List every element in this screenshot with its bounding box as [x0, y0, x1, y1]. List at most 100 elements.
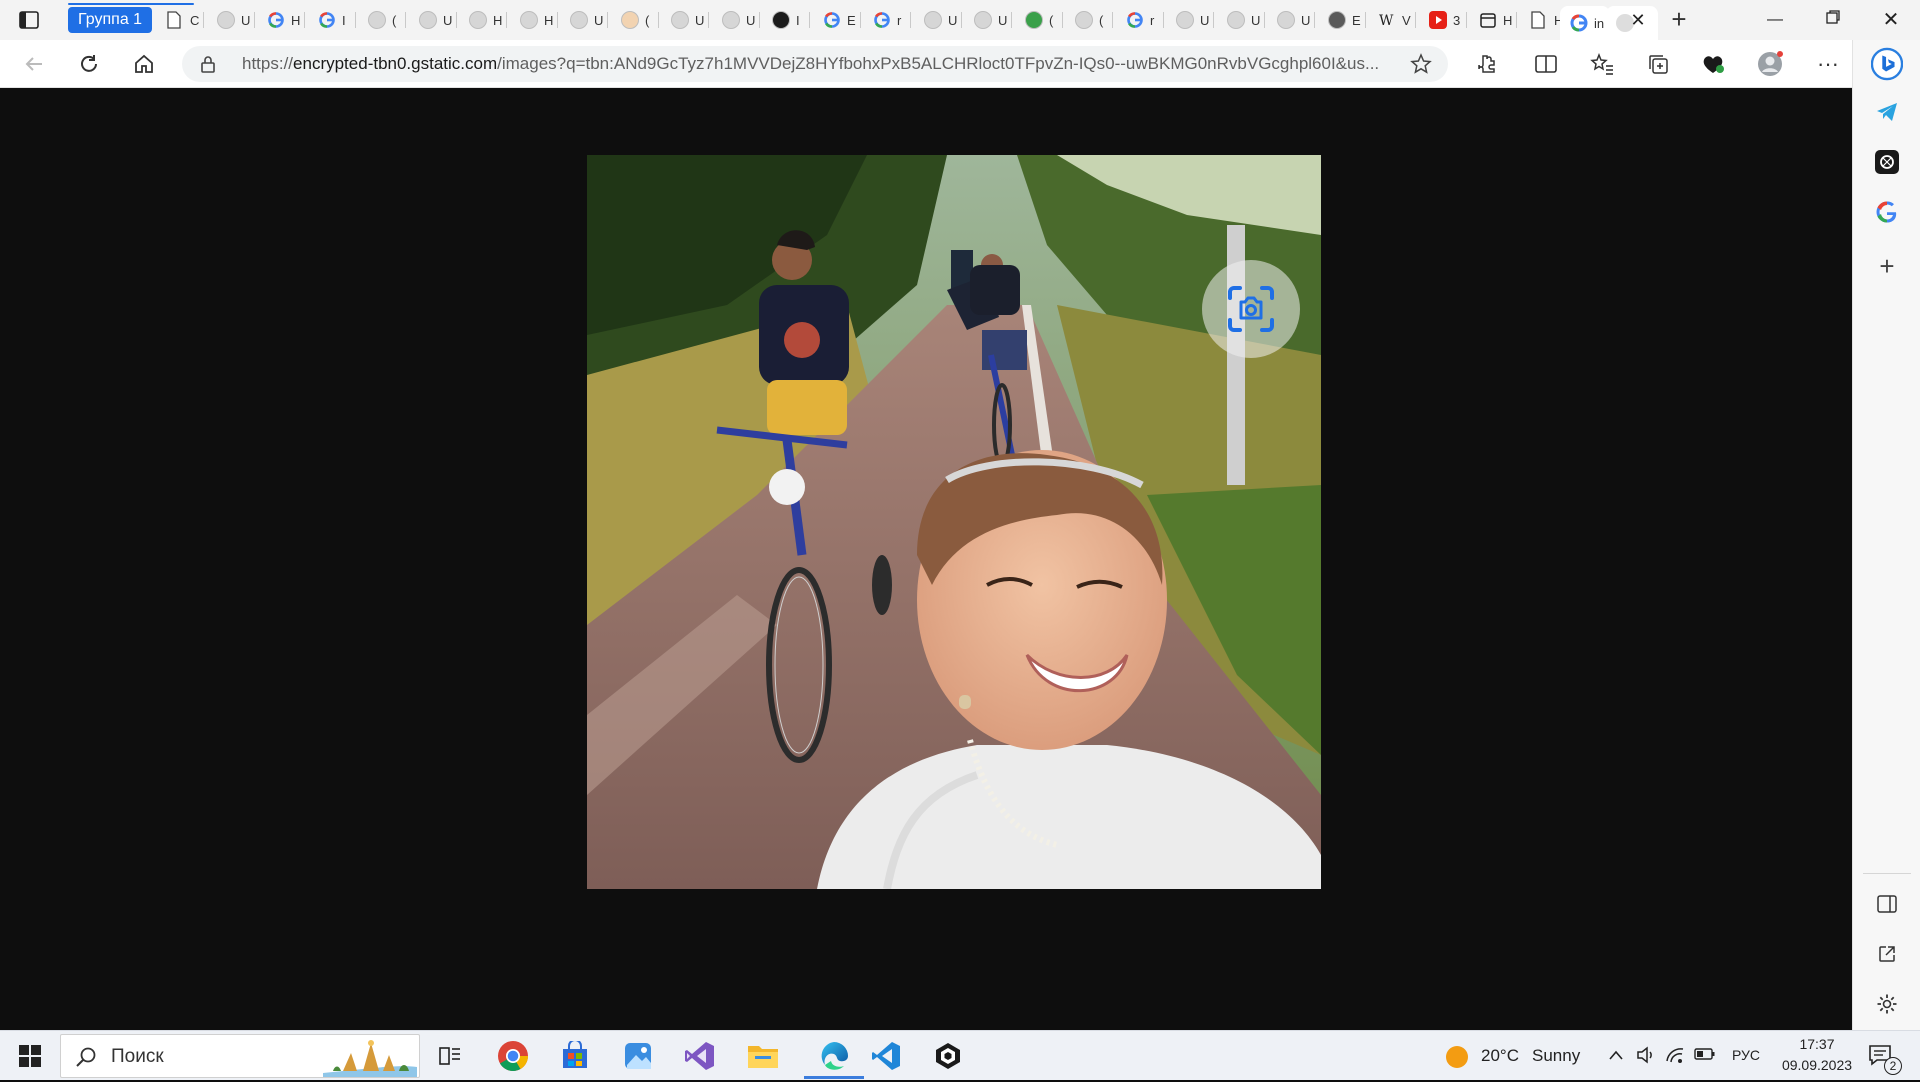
address-bar[interactable]: https://encrypted-tbn0.gstatic.com/image… [182, 46, 1448, 82]
browser-tab[interactable]: ( [611, 6, 659, 34]
edge-app-icon[interactable] [802, 1037, 866, 1079]
minimize-button[interactable]: — [1752, 6, 1798, 34]
globe-icon [1227, 11, 1245, 29]
restore-button[interactable] [1810, 6, 1856, 34]
tab-title: r [1150, 12, 1155, 28]
refresh-button[interactable] [73, 48, 105, 80]
tab-title: U [1200, 12, 1210, 28]
tab-title: U [241, 12, 251, 28]
browser-essentials-icon[interactable] [1697, 48, 1729, 80]
browser-tab[interactable]: H [1469, 6, 1517, 34]
browser-tab[interactable]: U [207, 6, 255, 34]
browser-tab[interactable]: WV [1368, 6, 1416, 34]
visual-studio-icon[interactable] [678, 1037, 722, 1075]
input-language[interactable]: РУС [1732, 1047, 1760, 1063]
search-icon [75, 1046, 97, 1073]
collections-icon[interactable] [1642, 48, 1674, 80]
lock-icon[interactable] [200, 55, 216, 78]
network-icon[interactable] [1665, 1045, 1685, 1070]
home-button[interactable] [128, 48, 160, 80]
taskbar-search-box[interactable]: Поиск [60, 1034, 420, 1078]
globe-icon [570, 11, 588, 29]
tab-title: U [594, 12, 604, 28]
tab-title: r [897, 12, 902, 28]
tab-google-active-neighbor[interactable]: in [1560, 6, 1610, 40]
close-tab-icon[interactable]: ✕ [1628, 10, 1648, 30]
new-tab-button[interactable]: + [1664, 6, 1694, 34]
battery-icon[interactable] [1694, 1047, 1716, 1066]
browser-tab[interactable]: U [712, 6, 760, 34]
start-button[interactable] [8, 1037, 52, 1075]
sidebar-settings-gear-icon[interactable] [1871, 988, 1903, 1020]
selfie-cycling-photo[interactable] [587, 155, 1321, 889]
extensions-icon[interactable] [1470, 48, 1502, 80]
browser-tab[interactable]: U [560, 6, 608, 34]
browser-tab[interactable]: U [661, 6, 709, 34]
settings-more-icon[interactable]: ··· [1812, 48, 1844, 80]
clock-date[interactable]: 09.09.2023 [1776, 1057, 1858, 1073]
show-hidden-icons-chevron-up-icon[interactable] [1608, 1048, 1624, 1066]
browser-tab[interactable]: I [762, 6, 810, 34]
browser-tab[interactable]: U [409, 6, 457, 34]
browser-tab[interactable]: Н [510, 6, 558, 34]
favorite-star-icon[interactable] [1410, 53, 1432, 80]
browser-tab[interactable]: ( [1015, 6, 1063, 34]
weather-temperature[interactable]: 20°C [1481, 1046, 1519, 1066]
globe-icon [974, 11, 992, 29]
weather-sun-icon[interactable] [1445, 1045, 1469, 1074]
tab-group-chip[interactable]: Группа 1 [68, 7, 153, 33]
google-icon[interactable] [1871, 196, 1903, 228]
back-button[interactable] [18, 48, 50, 80]
unity-hub-icon[interactable] [926, 1037, 970, 1075]
browser-tab[interactable]: U [1267, 6, 1315, 34]
browser-tab[interactable]: ( [1065, 6, 1113, 34]
svg-text:W: W [1379, 13, 1394, 29]
tab-strip: Группа 1 СUНІ(UННU(UUIErUU((rUUUEWV3HHc … [0, 0, 1920, 40]
favorites-icon[interactable] [1586, 48, 1618, 80]
notification-count-badge: 2 [1884, 1057, 1902, 1075]
file-explorer-icon[interactable] [741, 1037, 785, 1075]
url-text[interactable]: https://encrypted-tbn0.gstatic.com/image… [242, 46, 1402, 82]
browser-tab[interactable]: r [863, 6, 911, 34]
wikipedia-icon: W [1378, 11, 1396, 29]
browser-tab[interactable]: ( [358, 6, 406, 34]
profile-avatar[interactable] [1754, 48, 1786, 80]
globe-icon [924, 11, 942, 29]
browser-tab[interactable]: U [964, 6, 1012, 34]
url-host: encrypted-tbn0.gstatic.com [293, 54, 498, 73]
chrome-app-icon[interactable] [491, 1037, 535, 1075]
browser-tab[interactable]: С [156, 6, 204, 34]
tab-title: 3 [1453, 12, 1461, 28]
weather-condition[interactable]: Sunny [1532, 1046, 1580, 1066]
add-sidebar-app-icon[interactable]: + [1871, 250, 1903, 282]
volume-icon[interactable] [1636, 1045, 1656, 1070]
tab-title: U [443, 12, 453, 28]
browser-tab[interactable]: 3 [1419, 6, 1467, 34]
browser-tab[interactable]: І [308, 6, 356, 34]
tab-title: Н [493, 12, 503, 28]
search-highlight-icon [323, 1037, 417, 1082]
chatgpt-icon[interactable] [1871, 146, 1903, 178]
browser-tab[interactable]: E [813, 6, 861, 34]
visual-search-icon[interactable] [1202, 260, 1300, 358]
split-screen-icon[interactable] [1530, 48, 1562, 80]
globe-icon [1277, 11, 1295, 29]
browser-tab[interactable]: Н [257, 6, 305, 34]
open-external-icon[interactable] [1871, 938, 1903, 970]
browser-tab[interactable]: U [914, 6, 962, 34]
telegram-icon[interactable] [1871, 96, 1903, 128]
browser-tab[interactable]: Н [459, 6, 507, 34]
tab-actions-icon[interactable] [14, 8, 44, 32]
browser-tab[interactable]: E [1318, 6, 1366, 34]
bing-copilot-icon[interactable] [1871, 47, 1903, 81]
microsoft-store-icon[interactable] [553, 1037, 597, 1075]
task-view-icon[interactable] [428, 1037, 472, 1075]
browser-tab[interactable]: U [1166, 6, 1214, 34]
browser-tab[interactable]: r [1116, 6, 1164, 34]
browser-tab[interactable]: U [1217, 6, 1265, 34]
close-window-button[interactable]: ✕ [1868, 6, 1914, 34]
vscode-icon[interactable] [864, 1037, 908, 1075]
photos-app-icon[interactable] [616, 1037, 660, 1075]
clock-time[interactable]: 17:37 [1790, 1036, 1844, 1052]
hide-sidebar-icon[interactable] [1871, 888, 1903, 920]
